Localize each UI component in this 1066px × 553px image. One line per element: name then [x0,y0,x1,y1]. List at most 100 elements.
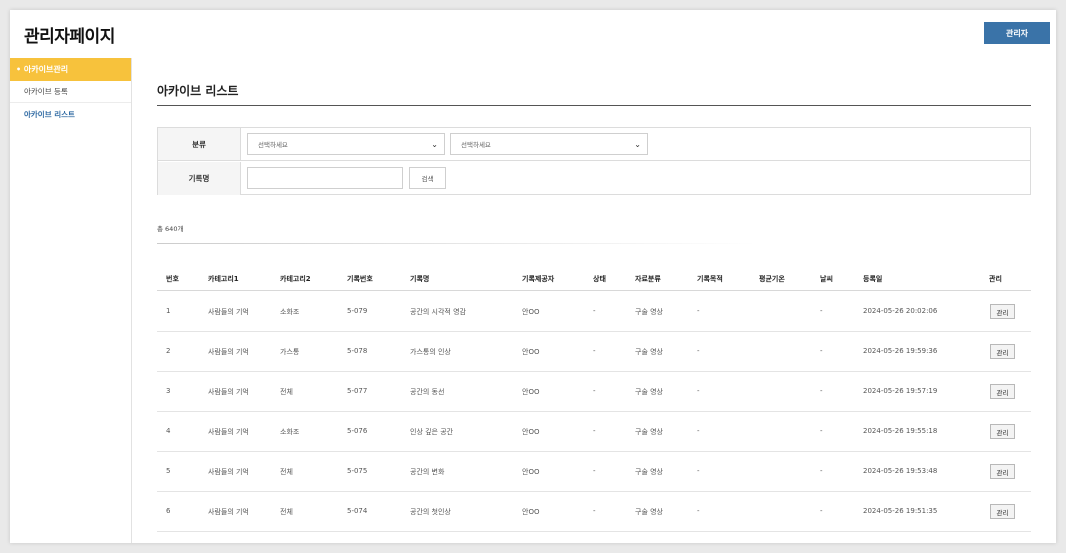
cell-material-type: 구술 영상 [635,308,663,316]
cell-no: 4 [166,427,171,435]
filter-panel: 분류 선택하세요 ⌄ 선택하세요 ⌄ 기록명 검색 [157,127,1031,195]
cell-date: 2024-05-26 19:53:48 [863,467,938,475]
cell-record-no: 5-075 [347,467,368,475]
cell-record-no: 5-077 [347,387,368,395]
site-title[interactable]: 관리자페이지 [24,22,115,47]
col-header-weather: 날씨 [820,275,833,283]
col-header-provider: 기록제공자 [522,275,555,283]
cell-material-type: 구술 영상 [635,388,663,396]
total-count: 총 640개 [157,225,184,233]
cell-date: 2024-05-26 19:57:19 [863,387,938,395]
cell-provider: 안OO [522,468,540,476]
manage-button[interactable]: 관리 [990,384,1015,399]
cell-category2: 전체 [280,468,293,476]
cell-category1: 사람들의 기억 [208,388,249,396]
cell-provider: 안OO [522,388,540,396]
cell-no: 6 [166,507,171,515]
cell-purpose: - [697,347,700,355]
cell-category2: 가스통 [280,348,300,356]
cell-record-no: 5-074 [347,507,368,515]
cell-category1: 사람들의 기억 [208,468,249,476]
table-header: 번호 카테고리1 카테고리2 기록번호 기록명 기록제공자 상태 자료분류 기록… [157,265,1031,291]
manage-button[interactable]: 관리 [990,464,1015,479]
cell-category1: 사람들의 기억 [208,308,249,316]
cell-weather: - [820,507,823,515]
cell-date: 2024-05-26 19:51:35 [863,507,938,515]
cell-category2: 소화조 [280,308,300,316]
cell-weather: - [820,347,823,355]
table-row: 4 사람들의 기억 소화조 5-076 인상 깊은 공간 안OO - 구술 영상… [157,412,1031,452]
category2-select-value: 선택하세요 [461,141,491,149]
table-row: 1 사람들의 기억 소화조 5-079 공간의 시각적 영감 안OO - 구술 … [157,292,1031,332]
manage-button[interactable]: 관리 [990,304,1015,319]
cell-provider: 안OO [522,308,540,316]
record-name-label: 기록명 [158,162,241,195]
cell-date: 2024-05-26 19:55:18 [863,427,938,435]
cell-status: - [593,427,596,435]
col-header-status: 상태 [593,275,606,283]
cell-material-type: 구술 영상 [635,428,663,436]
chevron-down-icon: ⌄ [431,140,438,149]
cell-purpose: - [697,507,700,515]
count-divider [157,243,757,244]
cell-record-name: 인상 깊은 공간 [410,428,454,436]
cell-purpose: - [697,307,700,315]
cell-weather: - [820,307,823,315]
table-row: 6 사람들의 기억 전체 5-074 공간의 첫인상 안OO - 구술 영상 -… [157,492,1031,532]
cell-category2: 소화조 [280,428,300,436]
cell-record-name: 공간의 동선 [410,388,445,396]
search-button[interactable]: 검색 [409,167,446,189]
cell-record-no: 5-079 [347,307,368,315]
cell-record-name: 가스통의 인상 [410,348,451,356]
cell-weather: - [820,387,823,395]
col-header-record-name: 기록명 [410,275,430,283]
filter-row-record: 기록명 검색 [158,162,1030,195]
cell-category1: 사람들의 기억 [208,348,249,356]
cell-record-name: 공간의 첫인상 [410,508,451,516]
col-header-manage: 관리 [989,275,1002,283]
cell-material-type: 구술 영상 [635,468,663,476]
cell-provider: 안OO [522,508,540,516]
col-header-category2: 카테고리2 [280,275,311,283]
cell-weather: - [820,467,823,475]
cell-record-name: 공간의 변화 [410,468,445,476]
cell-no: 5 [166,467,171,475]
cell-weather: - [820,427,823,435]
record-name-input[interactable] [247,167,403,189]
col-header-date: 등록일 [863,275,883,283]
filter-row-category: 분류 선택하세요 ⌄ 선택하세요 ⌄ [158,128,1030,161]
col-header-material-type: 자료분류 [635,275,661,283]
cell-status: - [593,387,596,395]
category2-select[interactable]: 선택하세요 ⌄ [450,133,648,155]
col-header-purpose: 기록목적 [697,275,723,283]
cell-category2: 전체 [280,388,293,396]
cell-no: 2 [166,347,171,355]
cell-provider: 안OO [522,428,540,436]
manage-button[interactable]: 관리 [990,424,1015,439]
top-bar: 관리자페이지 관리자 [10,10,1056,58]
cell-date: 2024-05-26 19:59:36 [863,347,938,355]
manage-button[interactable]: 관리 [990,344,1015,359]
col-header-no: 번호 [166,275,179,283]
sidebar: • 아카이브관리 아카이브 등록 아카이브 리스트 [10,58,132,543]
category1-select-value: 선택하세요 [258,141,288,149]
cell-status: - [593,307,596,315]
table-row: 3 사람들의 기억 전체 5-077 공간의 동선 안OO - 구술 영상 - … [157,372,1031,412]
cell-date: 2024-05-26 20:02:06 [863,307,938,315]
sidebar-item-archive-list[interactable]: 아카이브 리스트 [10,103,131,125]
cell-purpose: - [697,467,700,475]
cell-material-type: 구술 영상 [635,508,663,516]
sidebar-section-archive[interactable]: • 아카이브관리 [10,58,131,81]
table-row: 5 사람들의 기억 전체 5-075 공간의 변화 안OO - 구술 영상 - … [157,452,1031,492]
cell-provider: 안OO [522,348,540,356]
admin-button[interactable]: 관리자 [984,22,1050,44]
chevron-down-icon: ⌄ [634,140,641,149]
col-header-record-no: 기록번호 [347,275,373,283]
cell-record-no: 5-078 [347,347,368,355]
category1-select[interactable]: 선택하세요 ⌄ [247,133,445,155]
cell-purpose: - [697,387,700,395]
manage-button[interactable]: 관리 [990,504,1015,519]
app-frame: 관리자페이지 관리자 • 아카이브관리 아카이브 등록 아카이브 리스트 아카이… [10,10,1056,543]
cell-status: - [593,467,596,475]
sidebar-item-archive-register[interactable]: 아카이브 등록 [10,81,131,103]
